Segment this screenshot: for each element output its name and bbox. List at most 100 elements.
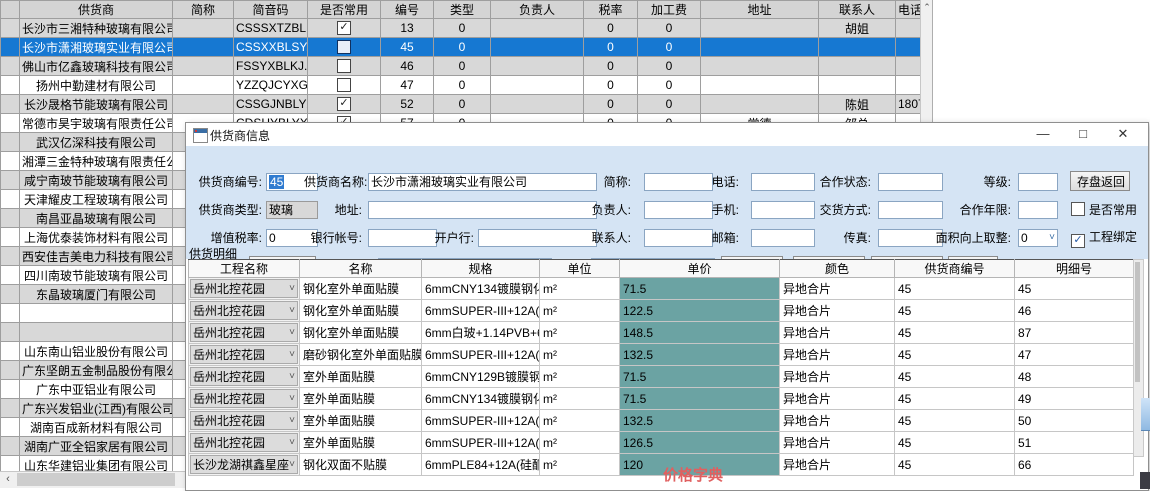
project-combobox[interactable]: 长沙龙湖祺鑫星座˅: [190, 455, 298, 474]
table-cell[interactable]: 扬州中勤建材有限公司: [20, 76, 173, 95]
detail-cell[interactable]: 122.5: [620, 300, 780, 322]
detail-cell[interactable]: 45: [1015, 278, 1134, 300]
row-header-cell[interactable]: [1, 323, 20, 342]
table-cell[interactable]: 南昌亚晶玻璃有限公司: [20, 209, 173, 228]
detail-cell[interactable]: 6mmCNY129B镀膜钢化: [422, 366, 540, 388]
table-cell[interactable]: CSSXXBLSY...: [234, 38, 308, 57]
table-cell[interactable]: 咸宁南玻节能玻璃有限公司: [20, 171, 173, 190]
detail-cell[interactable]: 磨砂钢化室外单面贴膜: [300, 344, 422, 366]
column-header[interactable]: 联系人: [819, 1, 896, 19]
table-cell[interactable]: 陈姐: [819, 95, 896, 114]
row-header-cell[interactable]: [1, 95, 20, 114]
detail-cell[interactable]: 66: [1015, 454, 1134, 476]
row-header-cell[interactable]: [1, 152, 20, 171]
table-cell[interactable]: 180751: [896, 95, 923, 114]
table-cell[interactable]: [896, 38, 923, 57]
table-cell[interactable]: [20, 304, 173, 323]
table-cell[interactable]: 0: [584, 38, 638, 57]
area-round-combobox[interactable]: 0˅: [1018, 229, 1058, 247]
table-cell[interactable]: [896, 19, 923, 38]
table-cell[interactable]: [308, 57, 381, 76]
column-header[interactable]: 简称: [173, 1, 234, 19]
column-header[interactable]: 是否常用: [308, 1, 381, 19]
table-cell[interactable]: 天津耀皮工程玻璃有限公司: [20, 190, 173, 209]
detail-cell[interactable]: 6mmSUPER-III+12A(硅...: [422, 300, 540, 322]
unchecked-checkbox-icon[interactable]: [337, 40, 351, 54]
chevron-down-icon[interactable]: ˅: [289, 459, 295, 470]
chevron-down-icon[interactable]: ˅: [1049, 230, 1055, 246]
chevron-down-icon[interactable]: ˅: [289, 283, 295, 294]
table-cell[interactable]: [491, 19, 584, 38]
detail-cell[interactable]: 异地合片: [780, 388, 895, 410]
table-cell[interactable]: 四川南玻节能玻璃有限公司: [20, 266, 173, 285]
detail-cell[interactable]: 45: [895, 344, 1015, 366]
detail-cell[interactable]: 6mmSUPER-III+12A(硅...: [422, 344, 540, 366]
detail-cell[interactable]: 45: [895, 388, 1015, 410]
detail-cell[interactable]: 异地合片: [780, 410, 895, 432]
table-cell[interactable]: 长沙晟格节能玻璃有限公司: [20, 95, 173, 114]
table-cell[interactable]: [701, 19, 819, 38]
detail-cell[interactable]: 50: [1015, 410, 1134, 432]
table-row[interactable]: 长沙市三湘特种玻璃有限公司CSSSXTZBL...✓13000胡姐: [1, 19, 923, 38]
supplier-name-input[interactable]: 长沙市潇湘玻璃实业有限公司: [368, 173, 597, 191]
detail-column-header[interactable]: 规格: [422, 260, 540, 278]
detail-cell[interactable]: 87: [1015, 322, 1134, 344]
row-header-cell[interactable]: [1, 190, 20, 209]
table-cell[interactable]: 长沙市三湘特种玻璃有限公司: [20, 19, 173, 38]
table-cell[interactable]: 广东坚朗五金制品股份有限公司: [20, 361, 173, 380]
detail-cell[interactable]: 45: [895, 432, 1015, 454]
project-combobox[interactable]: 岳州北控花园˅: [190, 389, 298, 408]
detail-cell[interactable]: m²: [540, 322, 620, 344]
table-cell[interactable]: [491, 38, 584, 57]
maximize-button[interactable]: □: [1066, 123, 1100, 146]
row-header-cell[interactable]: [1, 114, 20, 133]
mobile-input[interactable]: [751, 201, 815, 219]
project-combobox[interactable]: 岳州北控花园˅: [190, 411, 298, 430]
chevron-down-icon[interactable]: ˅: [289, 415, 295, 426]
detail-row[interactable]: 岳州北控花园˅室外单面贴膜6mmSUPER-III+12A(硅...m²132.…: [189, 410, 1134, 432]
project-combobox[interactable]: 岳州北控花园˅: [190, 433, 298, 452]
table-cell[interactable]: [701, 95, 819, 114]
bank-name-input[interactable]: [478, 229, 597, 247]
row-header-cell[interactable]: [1, 76, 20, 95]
row-header-cell[interactable]: [1, 342, 20, 361]
row-header-cell[interactable]: [1, 304, 20, 323]
chevron-down-icon[interactable]: ˅: [289, 349, 295, 360]
table-cell[interactable]: 广东中亚铝业有限公司: [20, 380, 173, 399]
table-cell[interactable]: [173, 95, 234, 114]
table-cell[interactable]: 湘潭三金特种玻璃有限责任公司: [20, 152, 173, 171]
detail-cell[interactable]: 钢化室外单面贴膜: [300, 322, 422, 344]
project-combobox[interactable]: 岳州北控花园˅: [190, 367, 298, 386]
scroll-up-icon[interactable]: ⌃: [923, 2, 931, 12]
table-cell[interactable]: CSSGJNBLYXGS: [234, 95, 308, 114]
project-combobox[interactable]: 岳州北控花园˅: [190, 301, 298, 320]
table-cell[interactable]: 0: [638, 19, 701, 38]
table-cell[interactable]: 13: [381, 19, 434, 38]
detail-column-header[interactable]: 单位: [540, 260, 620, 278]
row-header-cell[interactable]: [1, 361, 20, 380]
detail-cell[interactable]: 异地合片: [780, 366, 895, 388]
row-header-cell[interactable]: [1, 171, 20, 190]
table-cell[interactable]: 常德市昊宇玻璃有限责任公司: [20, 114, 173, 133]
row-header-cell[interactable]: [1, 133, 20, 152]
column-header[interactable]: 供货商: [20, 1, 173, 19]
row-header-cell[interactable]: [1, 38, 20, 57]
bank-account-input[interactable]: [368, 229, 437, 247]
table-cell[interactable]: 0: [638, 38, 701, 57]
phone-input[interactable]: [751, 173, 815, 191]
detail-cell[interactable]: 6mmSUPER-III+12A(硅...: [422, 432, 540, 454]
coop-status-input[interactable]: [878, 173, 943, 191]
detail-cell[interactable]: m²: [540, 432, 620, 454]
scrollbar-thumb[interactable]: [1135, 262, 1140, 382]
table-cell[interactable]: YZZQJCYXGS: [234, 76, 308, 95]
manager-input[interactable]: [644, 201, 713, 219]
table-cell[interactable]: [491, 76, 584, 95]
detail-cell[interactable]: 71.5: [620, 278, 780, 300]
detail-row[interactable]: 岳州北控花园˅磨砂钢化室外单面贴膜6mmSUPER-III+12A(硅...m²…: [189, 344, 1134, 366]
detail-cell[interactable]: 室外单面贴膜: [300, 366, 422, 388]
detail-cell[interactable]: 132.5: [620, 410, 780, 432]
checked-checkbox-icon[interactable]: ✓: [337, 21, 351, 35]
detail-cell[interactable]: 45: [895, 410, 1015, 432]
detail-cell[interactable]: m²: [540, 278, 620, 300]
column-header[interactable]: 地址: [701, 1, 819, 19]
